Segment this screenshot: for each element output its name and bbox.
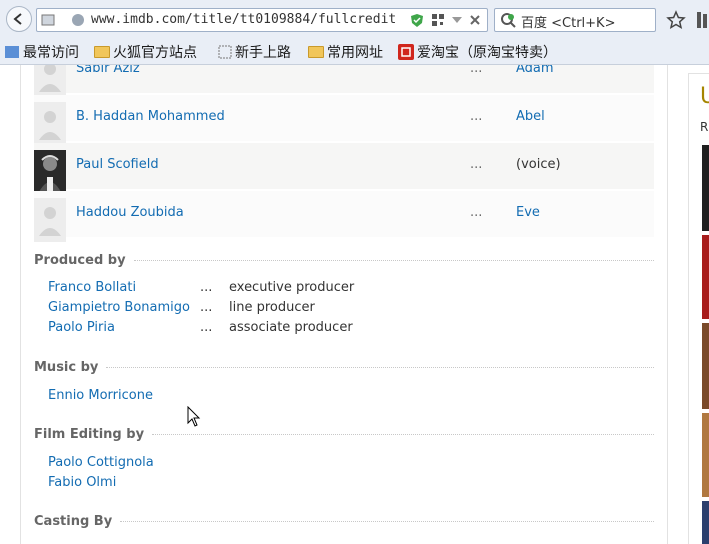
- crew-name-link[interactable]: Paolo Cottignola: [48, 455, 154, 470]
- back-arrow-icon: [13, 13, 22, 25]
- cast-character-link[interactable]: Eve: [516, 205, 540, 220]
- cast-character-link[interactable]: Adam: [516, 65, 554, 76]
- search-bar[interactable]: 百度 <Ctrl+K>: [494, 8, 656, 32]
- bookmark-star-icon: [5, 46, 19, 58]
- dotted-divider: [133, 260, 654, 261]
- cast-character-link[interactable]: Abel: [516, 109, 545, 124]
- sidebar-thumbnail[interactable]: [702, 413, 709, 497]
- cast-row: Paul Scofield ... (voice): [34, 143, 654, 194]
- url-text: www.imdb.com/title/tt0109884/fullcredit: [91, 12, 397, 27]
- address-bar[interactable]: www.imdb.com/title/tt0109884/fullcredit: [36, 8, 488, 32]
- browser-chrome: www.imdb.com/title/tt0109884/fullcredit …: [0, 0, 709, 65]
- crew-name-link[interactable]: Ennio Morricone: [48, 388, 153, 403]
- full-credits-panel: Sabir Aziz ... Adam B. Haddan Mohammed .…: [20, 65, 668, 544]
- star-icon[interactable]: [666, 10, 686, 30]
- taobao-icon: [398, 44, 414, 60]
- dotted-divider: [106, 367, 654, 368]
- crew-dots: ...: [200, 300, 213, 315]
- search-placeholder: 百度 <Ctrl+K>: [521, 16, 616, 31]
- folder-icon: [94, 46, 110, 58]
- cast-dots: ...: [470, 109, 483, 124]
- globe-icon: [72, 14, 84, 26]
- navigation-toolbar: www.imdb.com/title/tt0109884/fullcredit …: [0, 0, 709, 38]
- cast-dots: ...: [470, 65, 483, 76]
- cast-dots: ...: [470, 205, 483, 220]
- library-icon[interactable]: [696, 10, 709, 30]
- crew-name-link[interactable]: Franco Bollati: [48, 280, 136, 295]
- cast-name-link[interactable]: Sabir Aziz: [76, 65, 140, 76]
- cast-name-link[interactable]: B. Haddan Mohammed: [76, 109, 225, 124]
- close-icon[interactable]: [469, 14, 481, 26]
- page-icon: [218, 45, 232, 59]
- sidebar-subtitle: R: [700, 120, 709, 134]
- section-heading-film-editing-by: Film Editing by: [34, 427, 654, 442]
- no-photo-icon: [34, 102, 66, 146]
- crew-dots: ...: [200, 320, 213, 335]
- section-heading-music-by: Music by: [34, 360, 654, 375]
- cast-character-text: (voice): [516, 157, 561, 172]
- sidebar-thumbnail[interactable]: [702, 145, 709, 231]
- bookmark-firefox-official[interactable]: 火狐官方站点: [94, 42, 197, 62]
- page-content: Sabir Aziz ... Adam B. Haddan Mohammed .…: [0, 65, 709, 544]
- sidebar-thumbnail[interactable]: [702, 323, 709, 409]
- crew-name-link[interactable]: Fabio Olmi: [48, 475, 116, 490]
- section-heading-produced-by: Produced by: [34, 253, 654, 268]
- crew-name-link[interactable]: Paolo Piria: [48, 320, 115, 335]
- shield-icon[interactable]: [410, 13, 424, 28]
- folder-icon: [308, 46, 324, 58]
- dotted-divider: [120, 521, 654, 522]
- sidebar-thumbnail[interactable]: [702, 501, 709, 544]
- dotted-divider: [152, 434, 654, 435]
- bookmark-getting-started[interactable]: 新手上路: [218, 42, 291, 62]
- bookmark-most-visited[interactable]: 最常访问: [4, 42, 79, 62]
- back-button[interactable]: [6, 6, 32, 32]
- cast-row: Haddou Zoubida ... Eve: [34, 191, 654, 242]
- dropdown-arrow-icon[interactable]: [452, 17, 462, 23]
- crew-credit: executive producer: [229, 280, 355, 295]
- bookmarks-toolbar: 最常访问 火狐官方站点 新手上路 常用网址 爱淘宝（原淘宝特卖）: [0, 40, 709, 64]
- bookmark-ai-taobao[interactable]: 爱淘宝（原淘宝特卖）: [398, 42, 557, 62]
- crew-dots: ...: [200, 280, 213, 295]
- cast-row: Sabir Aziz ... Adam: [34, 65, 654, 98]
- bookmark-common-sites[interactable]: 常用网址: [308, 42, 383, 62]
- section-heading-casting-by: Casting By: [34, 514, 654, 529]
- page-icon: [41, 14, 55, 26]
- no-photo-icon: [34, 65, 66, 98]
- sidebar-thumbnail[interactable]: [702, 235, 709, 319]
- search-icon: [501, 13, 516, 28]
- crew-credit: line producer: [229, 300, 315, 315]
- no-photo-icon: [34, 198, 66, 242]
- sidebar-title: U: [700, 84, 709, 109]
- mouse-cursor-icon: [187, 406, 201, 427]
- qr-code-icon[interactable]: [431, 13, 445, 27]
- cast-name-link[interactable]: Paul Scofield: [76, 157, 159, 172]
- cast-row: B. Haddan Mohammed ... Abel: [34, 95, 654, 146]
- actor-photo[interactable]: [34, 150, 66, 194]
- crew-name-link[interactable]: Giampietro Bonamigo: [48, 300, 190, 315]
- crew-credit: associate producer: [229, 320, 353, 335]
- cast-name-link[interactable]: Haddou Zoubida: [76, 205, 184, 220]
- cast-dots: ...: [470, 157, 483, 172]
